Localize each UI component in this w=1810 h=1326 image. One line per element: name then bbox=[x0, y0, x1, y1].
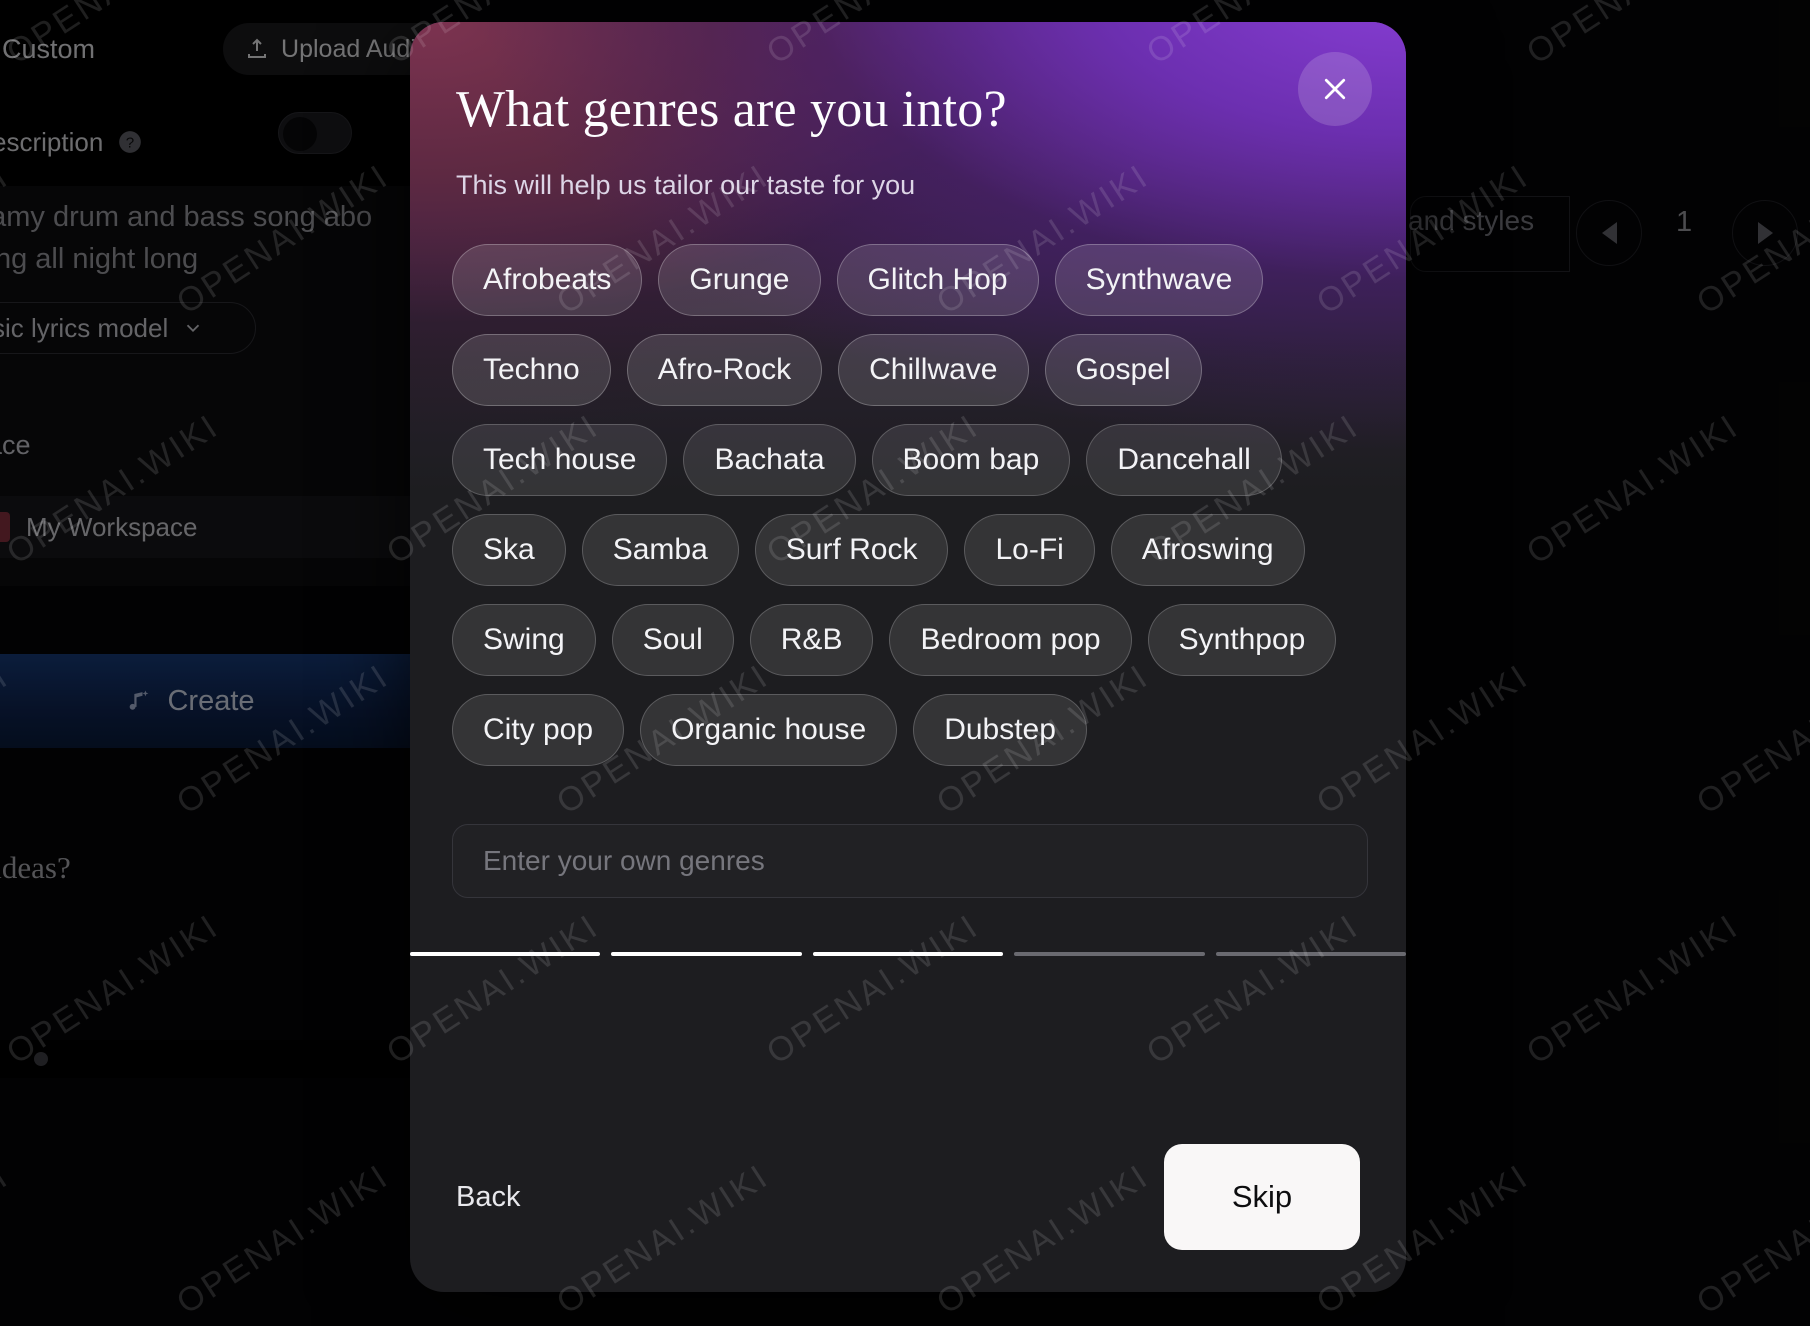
watermark-text: OPENAI.WIKI bbox=[380, 0, 606, 73]
watermark-text: OPENAI.WIKI bbox=[1520, 0, 1746, 73]
watermark-text: OPENAI.WIKI bbox=[550, 156, 776, 322]
watermark-text: OPENAI.WIKI bbox=[550, 1156, 776, 1322]
watermark-text: OPENAI.WIKI bbox=[550, 656, 776, 822]
watermark-text: OPENAI.WIKI bbox=[1520, 906, 1746, 1072]
watermark-text: OPENAI.WIKI bbox=[380, 406, 606, 572]
watermark-text: OPENAI.WIKI bbox=[380, 906, 606, 1072]
watermark-text: OPENAI.WIKI bbox=[170, 1156, 396, 1322]
watermark-text: OPENAI.WIKI bbox=[760, 0, 986, 73]
watermark-text: OPENAI.WIKI bbox=[760, 906, 986, 1072]
watermark-text: OPENAI.WIKI bbox=[170, 156, 396, 322]
watermark-text: OPENAI.WIKI bbox=[0, 656, 16, 822]
watermark-text: OPENAI.WIKI bbox=[760, 406, 986, 572]
watermark-text: OPENAI.WIKI bbox=[1140, 0, 1366, 73]
watermark-text: OPENAI.WIKI bbox=[0, 156, 16, 322]
screen: Custom Upload Audio escription ? eamy dr… bbox=[0, 0, 1810, 1326]
watermark-text: OPENAI.WIKI bbox=[930, 656, 1156, 822]
watermark-text: OPENAI.WIKI bbox=[1310, 1156, 1536, 1322]
watermark-text: OPENAI.WIKI bbox=[0, 1156, 16, 1322]
watermark-text: OPENAI.WIKI bbox=[930, 156, 1156, 322]
watermark-text: OPENAI.WIKI bbox=[1310, 656, 1536, 822]
watermark-text: OPENAI.WIKI bbox=[0, 906, 226, 1072]
watermark-text: OPENAI.WIKI bbox=[1690, 156, 1810, 322]
watermark-text: OPENAI.WIKI bbox=[0, 0, 226, 73]
watermark-text: OPENAI.WIKI bbox=[0, 406, 226, 572]
watermark-text: OPENAI.WIKI bbox=[930, 1156, 1156, 1322]
watermark-text: OPENAI.WIKI bbox=[1140, 406, 1366, 572]
watermark-layer: OPENAI.WIKI OPENAI.WIKI OPENAI.WIKI OPENAI.… bbox=[0, 0, 1810, 1326]
watermark-text: OPENAI.WIKI bbox=[1140, 906, 1366, 1072]
watermark-text: OPENAI.WIKI bbox=[1690, 656, 1810, 822]
watermark-text: OPENAI.WIKI bbox=[1310, 156, 1536, 322]
watermark-text: OPENAI.WIKI bbox=[1520, 406, 1746, 572]
watermark-text: OPENAI.WIKI bbox=[170, 656, 396, 822]
watermark-text: OPENAI.WIKI bbox=[1690, 1156, 1810, 1322]
